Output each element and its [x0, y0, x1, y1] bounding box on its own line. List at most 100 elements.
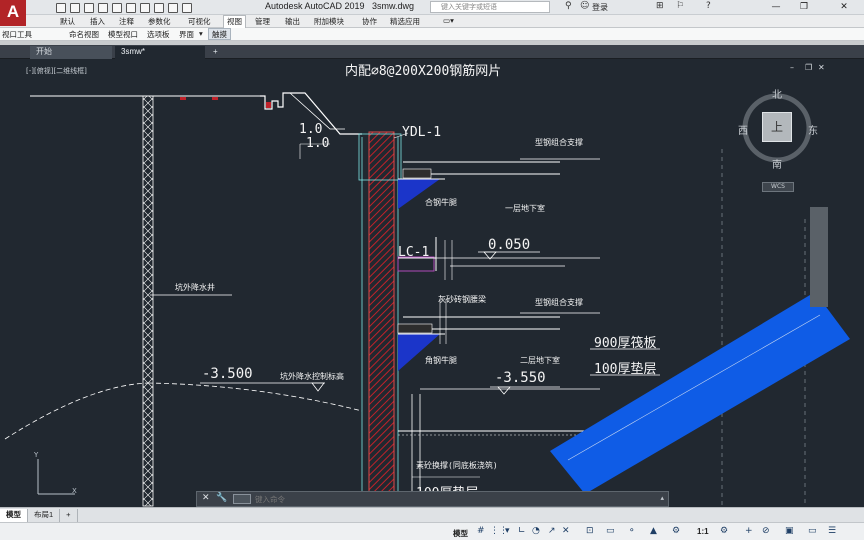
elevation-marker: [311, 382, 325, 392]
save-icon[interactable]: [84, 2, 94, 13]
tab-output[interactable]: 输出: [285, 16, 300, 27]
add-layout-button[interactable]: +: [60, 509, 78, 522]
annotation-ydl: YDL-1: [402, 125, 442, 140]
annotation-b1-basement: 一层地下室: [505, 204, 545, 213]
login-link[interactable]: 登录: [592, 2, 608, 13]
viewport-controls[interactable]: [-][俯视][二维线框]: [26, 66, 87, 76]
polar-icon[interactable]: ◔: [532, 526, 540, 536]
panel-viewport-tools[interactable]: 视口工具: [2, 29, 32, 40]
command-input[interactable]: [255, 493, 655, 506]
ribbon-toggle-icon[interactable]: ▭▾: [443, 16, 454, 25]
annotation-elev-m3550: -3.550: [495, 370, 546, 386]
grid-icon[interactable]: #: [477, 526, 485, 536]
clean-screen-icon[interactable]: ▭: [808, 526, 817, 536]
search-input[interactable]: 键入关键字或短语: [430, 1, 550, 13]
open-icon[interactable]: [70, 2, 80, 13]
add-tab-button[interactable]: +: [210, 46, 223, 59]
file-tab-drawing[interactable]: 3smw*: [115, 46, 205, 59]
ortho-icon[interactable]: ∟: [518, 526, 526, 536]
user-icon[interactable]: ☺: [580, 1, 589, 11]
file-tab-start[interactable]: 开始: [30, 46, 112, 59]
autocad-logo[interactable]: A: [0, 0, 26, 26]
binoculars-icon[interactable]: ⚲: [565, 1, 572, 11]
help-icon[interactable]: ?: [706, 1, 711, 11]
new-icon[interactable]: [56, 2, 66, 13]
tab-addins[interactable]: 附加模块: [314, 16, 344, 27]
cart-icon[interactable]: ⊞: [656, 1, 664, 11]
viewport-close-icon[interactable]: ✕: [818, 63, 825, 72]
annotation-scale[interactable]: 1:1: [697, 527, 709, 536]
panel-model-viewports[interactable]: 模型视口: [108, 29, 138, 40]
annotation-slope-1: 1.0: [299, 122, 323, 137]
annotation-scale-icon[interactable]: ▲: [650, 526, 657, 536]
waler-block: [402, 168, 432, 179]
drawing-canvas[interactable]: [-][俯视][二维线框] – ❐ ✕ Y X 北 南 西 东 上 WCS 内配…: [0, 59, 864, 521]
annotation-visibility-icon[interactable]: ⚬: [628, 526, 636, 536]
tab-collaborate[interactable]: 协作: [362, 16, 377, 27]
lineweight-icon[interactable]: ▭: [606, 526, 615, 536]
chevron-down-icon[interactable]: ▾: [505, 526, 510, 536]
viewcube-south[interactable]: 南: [772, 156, 782, 171]
panel-palettes[interactable]: 选项板: [147, 29, 170, 40]
status-model-space[interactable]: 模型: [453, 528, 468, 539]
plus-icon[interactable]: +: [745, 526, 753, 536]
bottom-bar: 模型 布局1 + 模型 # ⋮⋮ ▾ ∟ ◔ ↗ ✕ ⊡ ▭ ⚬ ▲ ⚙ 1:1…: [0, 507, 864, 540]
tab-view[interactable]: 视图: [223, 15, 246, 28]
isolate-icon[interactable]: ⊘: [762, 526, 770, 536]
viewcube-west[interactable]: 西: [738, 122, 748, 137]
tab-default[interactable]: 默认: [60, 16, 75, 27]
tab-insert[interactable]: 插入: [90, 16, 105, 27]
navigation-bar[interactable]: [810, 207, 828, 307]
parapet-hatch: [266, 102, 271, 108]
wcs-menu[interactable]: WCS: [762, 182, 794, 192]
annotation-backfill: 素砼换撑(同底板浇筑): [416, 461, 498, 470]
panel-dropdown-icon[interactable]: ▾: [199, 29, 203, 38]
viewport-minimize-icon[interactable]: –: [790, 63, 794, 72]
plot-icon[interactable]: [126, 2, 136, 13]
layout-tab-model[interactable]: 模型: [0, 509, 28, 522]
retaining-wall: [368, 131, 395, 521]
undo-icon[interactable]: [140, 2, 150, 13]
annotation-steel-support-1: 型钢组合支撑: [535, 138, 583, 147]
isodraft-icon[interactable]: ↗: [548, 526, 556, 536]
tab-visualize[interactable]: 可视化: [188, 16, 211, 27]
osnap-icon[interactable]: ⊡: [586, 526, 594, 536]
redo-icon[interactable]: [154, 2, 164, 13]
title-bar: A Autodesk AutoCAD 2019 3smw.dwg 键入关键字或短…: [0, 0, 864, 26]
viewport-maximize-icon[interactable]: ❐: [805, 63, 812, 72]
command-prompt-icon[interactable]: [233, 494, 251, 504]
elevation-marker: [497, 386, 511, 395]
layout-tab-layout1[interactable]: 布局1: [28, 509, 61, 522]
tab-manage[interactable]: 管理: [255, 16, 270, 27]
more-icon[interactable]: [182, 2, 192, 13]
gear-icon[interactable]: ⚙: [720, 526, 728, 536]
osnap-tracking-icon[interactable]: ✕: [562, 526, 570, 536]
maximize-icon[interactable]: ❐: [790, 0, 818, 14]
app-title: Autodesk AutoCAD 2019: [265, 1, 365, 11]
layout-tabs: 模型 布局1 +: [0, 509, 78, 522]
close-icon[interactable]: ✕: [202, 493, 210, 503]
wrench-icon[interactable]: 🔧: [216, 493, 227, 503]
save-as-icon[interactable]: [98, 2, 108, 13]
file-tabs: 开始 3smw* +: [0, 45, 864, 59]
ucs-y-label: Y: [33, 451, 39, 459]
viewcube-north[interactable]: 北: [772, 86, 782, 101]
tab-parametric[interactable]: 参数化: [148, 16, 171, 27]
panel-interface[interactable]: 界面: [179, 29, 194, 40]
customization-menu-icon[interactable]: ☰: [828, 526, 836, 536]
minimize-icon[interactable]: —: [762, 0, 790, 14]
panel-named-views[interactable]: 命名视图: [69, 29, 99, 40]
viewcube-top-face[interactable]: 上: [762, 112, 792, 142]
close-icon[interactable]: ✕: [830, 0, 858, 14]
dewater-curve-left: [4, 382, 149, 440]
share-icon[interactable]: ⚐: [676, 1, 684, 11]
hardware-acceleration-icon[interactable]: ▣: [785, 526, 794, 536]
workspace-icon[interactable]: ⚙: [672, 526, 680, 536]
panel-touch[interactable]: 触摸: [208, 28, 231, 40]
tab-featured-apps[interactable]: 精选应用: [390, 16, 420, 27]
viewcube-east[interactable]: 东: [808, 122, 818, 137]
tab-annotate[interactable]: 注释: [119, 16, 134, 27]
chevron-up-icon[interactable]: ▴: [660, 494, 664, 502]
share-drawing-icon[interactable]: [168, 2, 178, 13]
web-mobile-icon[interactable]: [112, 2, 122, 13]
